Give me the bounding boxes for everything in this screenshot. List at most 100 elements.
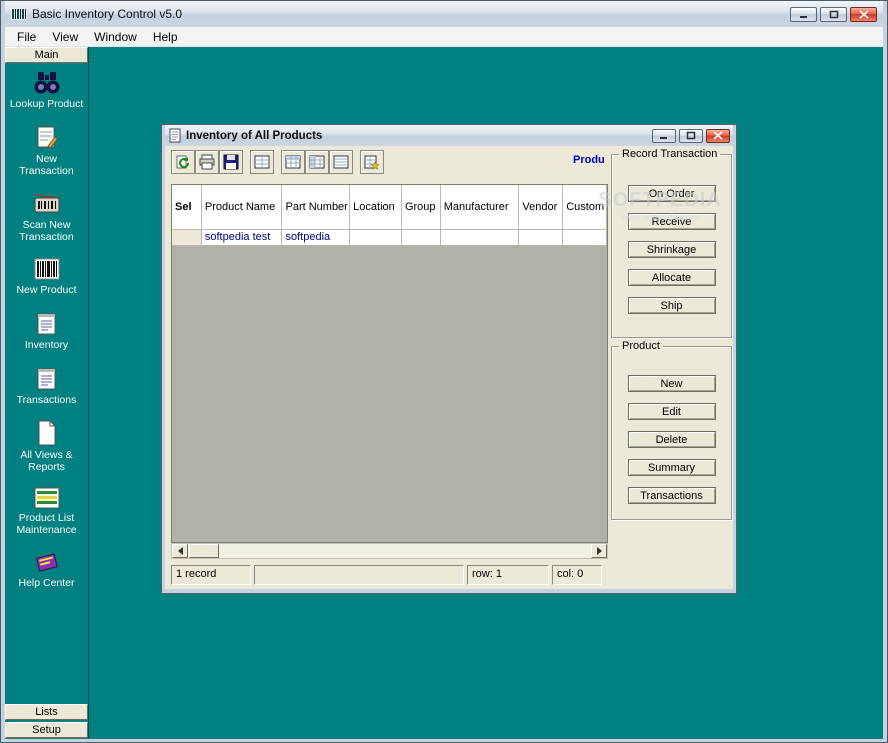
record-transaction-panel: Record Transaction On Order Receive Shri… [611, 154, 732, 338]
sidebar-item-scan-new-transaction[interactable]: Scan New Transaction [5, 191, 88, 243]
maximize-icon [829, 10, 839, 19]
record-transaction-panel-title: Record Transaction [619, 148, 720, 160]
column-header-product-name[interactable]: Product Name [202, 185, 283, 230]
new-button[interactable]: New [628, 375, 716, 392]
grid-view-button[interactable] [305, 150, 329, 174]
row-sel-cell [172, 230, 202, 246]
grid-columns-button[interactable] [281, 150, 305, 174]
allocate-button[interactable]: Allocate [628, 269, 716, 286]
scrollbar-thumb[interactable] [189, 544, 219, 558]
grid-lines-icon [333, 154, 349, 170]
document-icon [36, 420, 58, 446]
horizontal-scrollbar[interactable] [171, 543, 608, 559]
sidebar-tab-setup[interactable]: Setup [5, 722, 88, 738]
refresh-button[interactable] [171, 150, 195, 174]
row-location-cell [350, 230, 402, 246]
row-manufacturer-cell [441, 230, 520, 246]
window-controls [790, 7, 877, 22]
save-icon [223, 154, 239, 170]
column-header-group[interactable]: Group [402, 185, 441, 230]
record-transaction-buttons: On Order Receive Shrinkage Allocate Ship [612, 155, 731, 314]
child-titlebar[interactable]: Inventory of All Products [165, 125, 733, 146]
menu-file[interactable]: File [9, 28, 44, 46]
child-close-button[interactable] [706, 129, 730, 143]
sidebar-nav: Lookup Product New Transaction [5, 63, 88, 704]
menu-help[interactable]: Help [145, 28, 186, 46]
edit-button[interactable]: Edit [628, 403, 716, 420]
column-header-vendor[interactable]: Vendor [519, 185, 563, 230]
table-row[interactable]: softpedia test softpedia [172, 230, 607, 246]
row-product-name-cell: softpedia test [202, 230, 283, 246]
row-custom-cell [563, 230, 607, 246]
binoculars-icon [33, 71, 61, 95]
sidebar-item-label: Inventory [25, 339, 68, 351]
sidebar-item-label: New Product [16, 284, 76, 296]
table-icon [254, 154, 270, 170]
column-header-manufacturer[interactable]: Manufacturer [441, 185, 520, 230]
column-header-sel[interactable]: Sel [172, 185, 202, 230]
shrinkage-button[interactable]: Shrinkage [628, 241, 716, 258]
child-restore-button[interactable] [679, 129, 703, 143]
sidebar-item-product-list-maintenance[interactable]: Product List Maintenance [5, 487, 88, 536]
sidebar-item-lookup-product[interactable]: Lookup Product [5, 71, 88, 110]
sidebar-item-new-product[interactable]: New Product [5, 257, 88, 296]
scroll-left-button[interactable] [172, 544, 188, 558]
status-record-count: 1 record [171, 565, 251, 585]
product-panel: Product New Edit Delete Summary Transact… [611, 346, 732, 520]
sidebar-item-transactions[interactable]: Transactions [5, 365, 88, 406]
menubar: File View Window Help [5, 27, 883, 47]
row-part-number-cell: softpedia [282, 230, 350, 246]
row-vendor-cell [519, 230, 563, 246]
save-button[interactable] [219, 150, 243, 174]
sidebar-item-all-views-reports[interactable]: All Views & Reports [5, 420, 88, 473]
sidebar-item-inventory[interactable]: Inventory [5, 310, 88, 351]
grid-lines-button[interactable] [329, 150, 353, 174]
child-minimize-button[interactable] [652, 129, 676, 143]
refresh-icon [175, 154, 191, 170]
column-header-part-number[interactable]: Part Number [282, 185, 350, 230]
app-titlebar: Basic Inventory Control v5.0 [5, 1, 883, 27]
sidebar-item-help-center[interactable]: Help Center [5, 550, 88, 589]
properties-button[interactable] [360, 150, 384, 174]
summary-button[interactable]: Summary [628, 459, 716, 476]
notepad-icon [35, 365, 59, 391]
maximize-icon [686, 131, 696, 140]
note-icon [35, 124, 59, 150]
column-header-custom[interactable]: Custom [563, 185, 607, 230]
grid-header-row: Sel Product Name Part Number Location Gr… [172, 185, 607, 230]
ship-button[interactable]: Ship [628, 297, 716, 314]
app-body: Main Lookup Product [5, 47, 883, 739]
list-icon [34, 487, 60, 509]
menu-view[interactable]: View [44, 28, 86, 46]
menu-window[interactable]: Window [86, 28, 145, 46]
transactions-button[interactable]: Transactions [628, 487, 716, 504]
delete-button[interactable]: Delete [628, 431, 716, 448]
statusbar: 1 record row: 1 col: 0 [171, 565, 602, 585]
sidebar-item-label: Scan New Transaction [8, 219, 86, 243]
maximize-button[interactable] [820, 7, 847, 22]
scrollbar-track[interactable] [219, 544, 591, 558]
sidebar-tab-main[interactable]: Main [5, 47, 88, 63]
arrow-right-icon [597, 547, 606, 555]
minimize-button[interactable] [790, 7, 817, 22]
print-button[interactable] [195, 150, 219, 174]
book-icon [34, 550, 60, 574]
sidebar-tab-lists[interactable]: Lists [5, 704, 88, 720]
on-order-button[interactable]: On Order [628, 185, 716, 202]
report-icon [168, 128, 182, 143]
barcode-icon [34, 257, 60, 281]
column-header-location[interactable]: Location [350, 185, 402, 230]
app-icon [11, 7, 27, 21]
receive-button[interactable]: Receive [628, 213, 716, 230]
scroll-right-button[interactable] [591, 544, 607, 558]
product-buttons: New Edit Delete Summary Transactions [612, 347, 731, 504]
sidebar-item-label: Lookup Product [10, 98, 84, 110]
table-view-button[interactable] [250, 150, 274, 174]
sidebar-item-new-transaction[interactable]: New Transaction [5, 124, 88, 177]
close-button[interactable] [850, 7, 877, 22]
product-panel-title: Product [619, 340, 663, 352]
child-content: Produ Sel Product Name Part Number Locat… [165, 146, 733, 589]
product-link[interactable]: Produ [573, 154, 605, 166]
inventory-grid: Sel Product Name Part Number Location Gr… [171, 184, 608, 543]
grid-columns-icon [285, 154, 301, 170]
